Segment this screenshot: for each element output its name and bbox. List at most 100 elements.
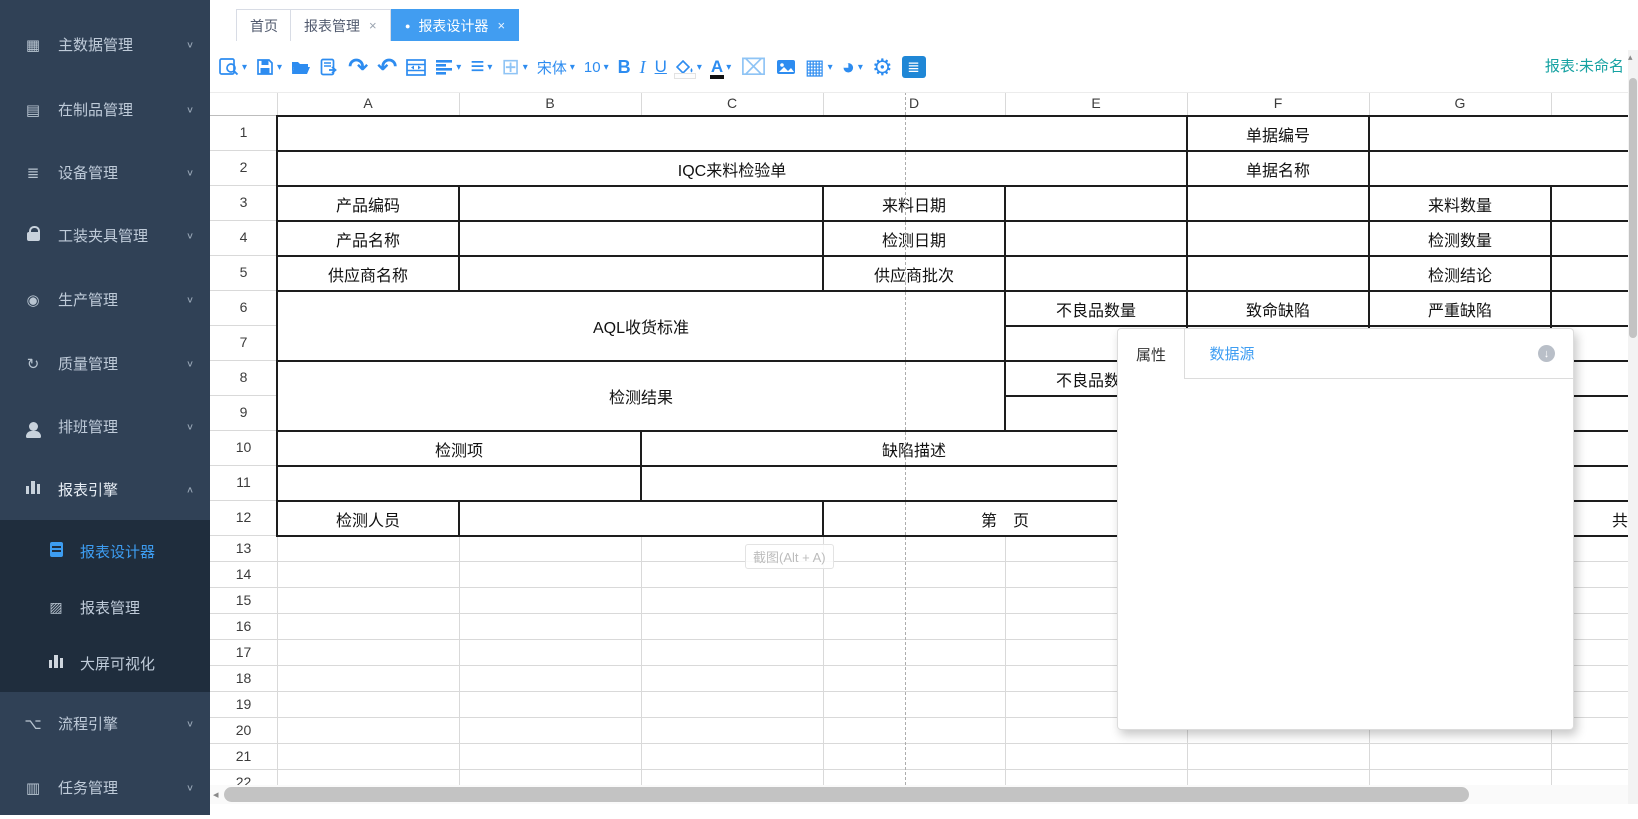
row-header-8[interactable]: 8 [210, 369, 277, 385]
cell-a4[interactable]: 产品名称 [276, 220, 460, 257]
cell-g3[interactable]: 来料数量 [1368, 185, 1552, 222]
tab-report-designer[interactable]: ● 报表设计器 × [391, 9, 519, 41]
cell-e3[interactable] [1004, 185, 1188, 222]
cell-g5[interactable]: 检测结论 [1368, 255, 1552, 292]
cell-b3-c3[interactable] [458, 185, 824, 222]
cell-e6[interactable]: 不良品数量 [1004, 290, 1188, 327]
sidebar-item-report-designer[interactable]: 报表设计器 [0, 523, 210, 579]
sidebar-item-wip[interactable]: ▤ 在制品管理 ∨ [0, 78, 210, 141]
column-header-G[interactable]: G [1369, 95, 1551, 111]
column-header-D[interactable]: D [823, 95, 1005, 111]
cell-g6[interactable]: 严重缺陷 [1368, 290, 1552, 327]
cell-h5[interactable] [1550, 255, 1638, 292]
cell-a8-d9-result[interactable]: 检测结果 [276, 360, 1006, 432]
sidebar-item-dashboard-viz[interactable]: 大屏可视化 [0, 635, 210, 691]
cell-a1-e1[interactable] [276, 115, 1188, 152]
cell-e4[interactable] [1004, 220, 1188, 257]
align-button[interactable]: ▾ [435, 59, 461, 75]
tab-home[interactable]: 首页 [236, 9, 292, 41]
row-header-1[interactable]: 1 [210, 124, 277, 140]
save-button[interactable]: ▾ [256, 58, 282, 76]
sidebar-item-task-management[interactable]: ▥ 任务管理 ∨ [0, 756, 210, 819]
merge-cells-button[interactable] [406, 59, 426, 76]
row-header-21[interactable]: 21 [210, 748, 277, 764]
cell-e5[interactable] [1004, 255, 1188, 292]
cell-f2[interactable]: 单据名称 [1186, 150, 1370, 187]
cell-a11-b11[interactable] [276, 465, 642, 502]
properties-panel[interactable]: 属性 数据源 ↓ [1117, 328, 1574, 730]
cell-g4[interactable]: 检测数量 [1368, 220, 1552, 257]
cell-a3[interactable]: 产品编码 [276, 185, 460, 222]
sidebar-item-process-engine[interactable]: ⌥ 流程引擎 ∨ [0, 692, 210, 755]
scroll-up-icon[interactable]: ▴ [1628, 52, 1633, 63]
sidebar-item-master-data[interactable]: ▦ 主数据管理 ∨ [0, 13, 210, 76]
cell-g2-h2[interactable] [1368, 150, 1638, 187]
row-header-15[interactable]: 15 [210, 592, 277, 608]
row-header-3[interactable]: 3 [210, 194, 277, 210]
sidebar-item-report-engine[interactable]: 报表引擎 ∧ [0, 458, 210, 521]
column-header-E[interactable]: E [1005, 95, 1187, 111]
settings-button[interactable]: ⚙ [872, 54, 893, 81]
bold-button[interactable]: B [618, 57, 631, 78]
toggle-panel-button[interactable]: ≣ [902, 56, 926, 78]
row-header-20[interactable]: 20 [210, 722, 277, 738]
row-header-9[interactable]: 9 [210, 404, 277, 420]
close-icon[interactable]: × [369, 18, 377, 33]
cell-c11-e11[interactable] [640, 465, 1188, 502]
row-header-18[interactable]: 18 [210, 670, 277, 686]
chart-button[interactable]: ◕ ▾ [842, 54, 863, 80]
cell-g1-h1[interactable] [1368, 115, 1638, 152]
cell-a6-d7-aql[interactable]: AQL收货标准 [276, 290, 1006, 362]
open-button[interactable] [291, 59, 311, 75]
sidebar-item-quality[interactable]: ↻ 质量管理 ∨ [0, 332, 210, 395]
cell-a10-b10[interactable]: 检测项 [276, 430, 642, 467]
row-header-19[interactable]: 19 [210, 696, 277, 712]
cell-d3[interactable]: 来料日期 [822, 185, 1006, 222]
row-header-11[interactable]: 11 [210, 474, 277, 490]
row-header-12[interactable]: 12 [210, 509, 277, 525]
insert-image-button[interactable] [776, 59, 796, 75]
row-header-7[interactable]: 7 [210, 334, 277, 350]
cell-a2-e2-title[interactable]: IQC来料检验单 [276, 150, 1188, 187]
cell-b4-c4[interactable] [458, 220, 824, 257]
undo-icon[interactable]: ↶ [377, 53, 397, 82]
panel-tab-datasource[interactable]: 数据源 [1202, 329, 1262, 378]
cell-f5[interactable] [1186, 255, 1370, 292]
row-header-4[interactable]: 4 [210, 229, 277, 245]
collapse-panel-button[interactable]: ↓ [1538, 345, 1555, 362]
spreadsheet-canvas[interactable]: A B C D E F G 1 2 3 4 5 6 7 8 9 10 11 12… [210, 92, 1638, 785]
cell-d5[interactable]: 供应商批次 [822, 255, 1006, 292]
sidebar-item-report-management[interactable]: ▨ 报表管理 [0, 579, 210, 635]
column-header-C[interactable]: C [641, 95, 823, 111]
cell-h3[interactable] [1550, 185, 1638, 222]
font-size-select[interactable]: 10 ▾ [584, 59, 609, 76]
cell-h4[interactable] [1550, 220, 1638, 257]
column-header-A[interactable]: A [277, 95, 459, 111]
row-header-22[interactable]: 22 [210, 774, 277, 785]
cell-b5-c5[interactable] [458, 255, 824, 292]
underline-button[interactable]: U [655, 57, 667, 77]
row-header-16[interactable]: 16 [210, 618, 277, 634]
horizontal-scroll-thumb[interactable] [224, 787, 1469, 802]
fill-color-button[interactable]: ▾ [676, 60, 702, 74]
cell-f1[interactable]: 单据编号 [1186, 115, 1370, 152]
scroll-left-icon[interactable]: ◂ [213, 788, 219, 801]
clear-image-button[interactable]: ⌧ [740, 54, 767, 81]
row-header-5[interactable]: 5 [210, 264, 277, 280]
column-header-F[interactable]: F [1187, 95, 1369, 111]
italic-button[interactable]: I [640, 57, 646, 78]
cell-c10-e10[interactable]: 缺陷描述 [640, 430, 1188, 467]
font-family-select[interactable]: 宋体 ▾ [537, 57, 575, 78]
font-color-button[interactable]: A ▾ [711, 60, 731, 74]
cell-f3[interactable] [1186, 185, 1370, 222]
close-icon[interactable]: × [497, 18, 505, 33]
qr-code-button[interactable]: ▦ ▾ [805, 55, 833, 80]
row-header-10[interactable]: 10 [210, 439, 277, 455]
row-header-13[interactable]: 13 [210, 540, 277, 556]
column-header-B[interactable]: B [459, 95, 641, 111]
panel-tab-properties[interactable]: 属性 [1118, 329, 1185, 379]
cell-a5[interactable]: 供应商名称 [276, 255, 460, 292]
line-spacing-button[interactable]: ≡ ▾ [470, 59, 492, 75]
sidebar-item-production[interactable]: ◉ 生产管理 ∨ [0, 268, 210, 331]
vertical-scrollbar[interactable]: ▴ [1628, 50, 1638, 804]
